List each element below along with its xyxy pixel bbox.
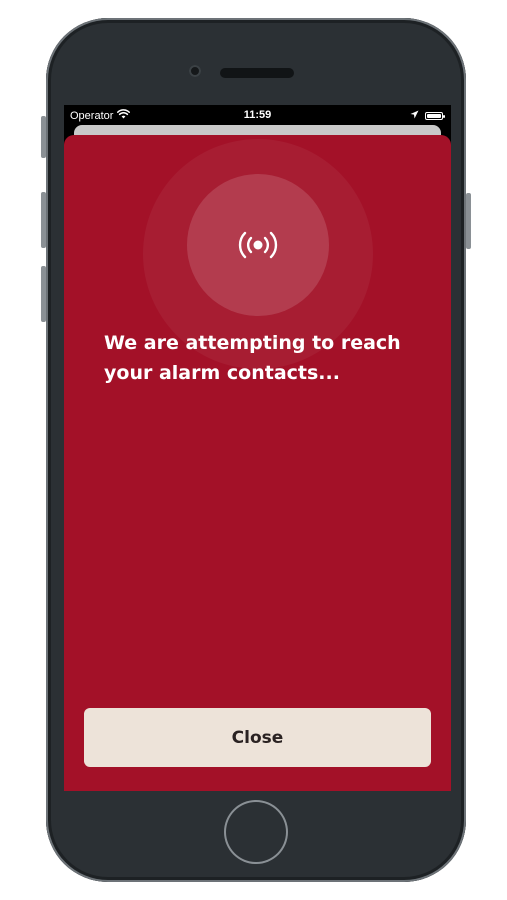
alarm-sheet: We are attempting to reach your alarm co… <box>64 135 451 791</box>
status-bar: Operator 11:59 <box>64 105 451 125</box>
status-time: 11:59 <box>243 109 272 121</box>
battery-icon <box>425 112 445 120</box>
front-camera <box>189 65 201 77</box>
location-arrow-icon <box>410 110 419 122</box>
broadcast-signal-icon <box>234 229 282 261</box>
page: Operator 11:59 We are attempting to reac… <box>0 0 507 900</box>
phone-screen: Operator 11:59 We are attempting to reac… <box>64 105 451 791</box>
earpiece-speaker <box>220 68 294 78</box>
alarm-status-message: We are attempting to reach your alarm co… <box>104 332 401 384</box>
home-button <box>224 800 288 864</box>
pulse-ring-inner <box>187 174 329 316</box>
close-button[interactable]: Close <box>84 708 431 767</box>
status-right-group <box>410 110 445 122</box>
power-button <box>466 193 471 249</box>
